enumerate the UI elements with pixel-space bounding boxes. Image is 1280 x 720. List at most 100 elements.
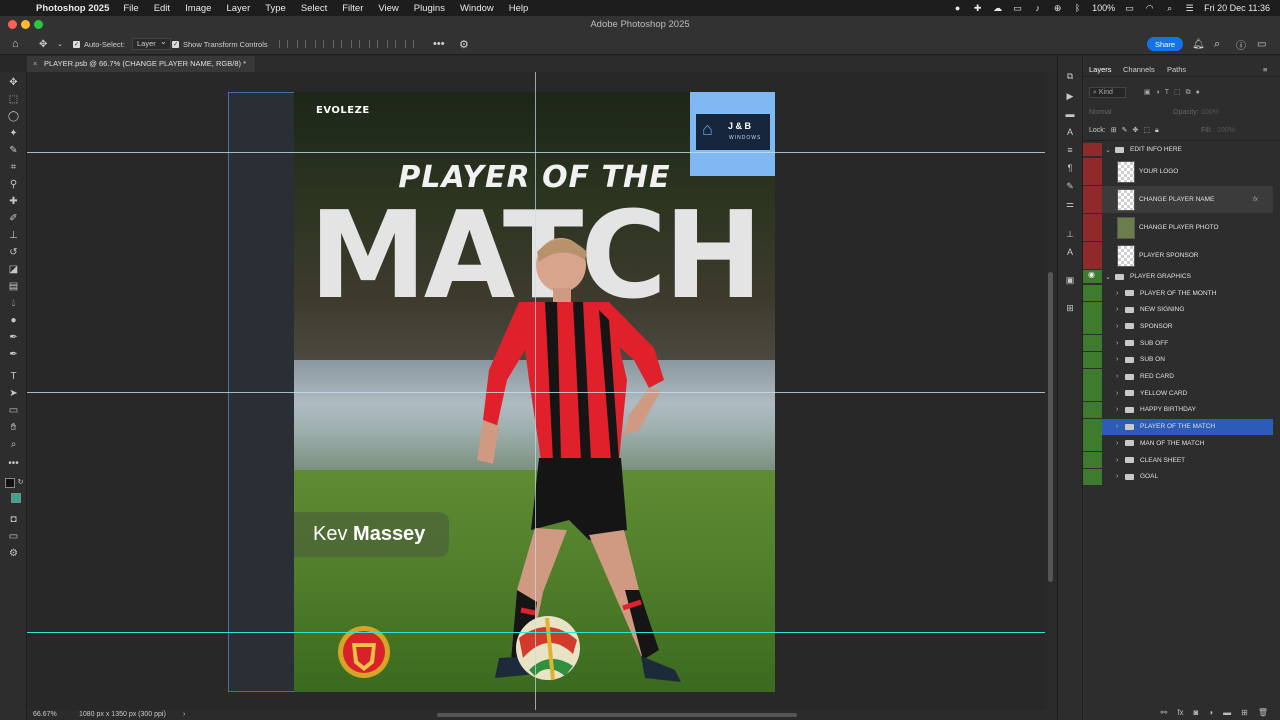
app-menu[interactable]: Photoshop 2025: [36, 3, 109, 14]
layer-group-row[interactable]: › GOAL: [1083, 468, 1273, 485]
character-panel-icon[interactable]: A: [1064, 126, 1076, 138]
minimize-window-button[interactable]: [21, 20, 30, 29]
more-tools-icon[interactable]: •••: [7, 457, 20, 470]
link-layers-icon[interactable]: ⚯: [1161, 708, 1168, 717]
menu-file[interactable]: File: [123, 3, 138, 14]
libraries-panel-icon[interactable]: ▣: [1064, 274, 1076, 286]
gear-icon[interactable]: ⚙: [459, 33, 469, 55]
new-layer-icon[interactable]: ⊞: [1241, 708, 1248, 717]
scrollbar-thumb[interactable]: [1048, 272, 1053, 582]
help-icon[interactable]: ⓘ: [1236, 33, 1246, 55]
add-mask-icon[interactable]: ◙: [1193, 708, 1198, 717]
battery-icon[interactable]: ▭: [1124, 3, 1135, 13]
zoom-tool-icon[interactable]: ⌕: [7, 438, 20, 451]
tab-layers[interactable]: Layers: [1089, 63, 1112, 77]
blend-mode-dropdown[interactable]: Normal: [1089, 109, 1112, 116]
chevron-down-icon[interactable]: ⌄: [1105, 146, 1111, 154]
tab-channels[interactable]: Channels: [1123, 63, 1155, 77]
healing-brush-icon[interactable]: ✚: [7, 195, 20, 208]
rectangle-tool-icon[interactable]: ▭: [7, 404, 20, 417]
more-options-icon[interactable]: •••: [433, 33, 445, 55]
pen-tool-icon[interactable]: ✒: [7, 331, 20, 344]
menu-select[interactable]: Select: [301, 3, 327, 14]
chevron-right-icon[interactable]: ›: [1116, 457, 1118, 464]
adjustments-panel-icon[interactable]: ≡: [1064, 144, 1076, 156]
canvas-area[interactable]: EVOLEZE PLAYER OF THE MATCH: [27, 72, 1045, 710]
layer-your-logo[interactable]: YOUR LOGO: [1083, 158, 1273, 185]
puzzle-icon[interactable]: ✚: [972, 3, 983, 13]
properties-panel-icon[interactable]: ⚌: [1064, 198, 1076, 210]
tool-preset-dropdown[interactable]: ⌄: [57, 33, 63, 55]
layer-group-row[interactable]: › SPONSOR: [1083, 318, 1273, 335]
control-center-icon[interactable]: ☰: [1184, 3, 1195, 13]
paragraph-panel-icon[interactable]: ¶: [1064, 162, 1076, 174]
marquee-tool-icon[interactable]: ⬚: [7, 93, 20, 106]
align-bottom-icon[interactable]: [387, 40, 396, 48]
auto-select-dropdown[interactable]: Layer: [128, 33, 171, 55]
align-top-icon[interactable]: [351, 40, 360, 48]
menu-type[interactable]: Type: [265, 3, 286, 14]
chevron-right-icon[interactable]: ›: [1116, 473, 1118, 480]
brush-tool-icon[interactable]: ✐: [7, 212, 20, 225]
gradient-tool-icon[interactable]: ▤: [7, 280, 20, 293]
vertical-scrollbar[interactable]: [1045, 72, 1056, 710]
visibility-toggle[interactable]: [1083, 335, 1102, 352]
search-icon[interactable]: ⌕: [1164, 3, 1175, 13]
cloud-icon[interactable]: ☁: [992, 3, 1003, 13]
layer-group-row[interactable]: › PLAYER OF THE MATCH: [1083, 418, 1273, 435]
transform-controls-checkbox[interactable]: ✓ Show Transform Controls: [172, 33, 268, 55]
chevron-right-icon[interactable]: ›: [1116, 356, 1118, 363]
visibility-toggle[interactable]: [1083, 452, 1102, 468]
visibility-toggle[interactable]: [1083, 318, 1102, 335]
zoom-level[interactable]: 66.67%: [33, 710, 57, 720]
fx-icon[interactable]: fx: [1253, 196, 1258, 203]
clock[interactable]: Fri 20 Dec 11:36: [1204, 3, 1270, 13]
guide-line-horizontal[interactable]: [27, 392, 1045, 393]
align-left-icon[interactable]: [279, 40, 288, 48]
pen-tool-alt-icon[interactable]: ✒: [7, 348, 20, 361]
new-group-icon[interactable]: ▬: [1223, 708, 1231, 717]
path-select-tool-icon[interactable]: ➤: [7, 387, 20, 400]
wifi-icon[interactable]: ◠: [1144, 3, 1155, 13]
display-icon[interactable]: ▭: [1012, 3, 1023, 13]
visibility-toggle[interactable]: [1083, 385, 1102, 402]
sponsor-logo[interactable]: ⌂ J & B WINDOWS: [690, 92, 775, 176]
layer-group-row[interactable]: › NEW SIGNING: [1083, 301, 1273, 318]
globe-icon[interactable]: ⊕: [1052, 3, 1063, 13]
character-styles-icon[interactable]: A: [1064, 246, 1076, 258]
layer-group-row[interactable]: › PLAYER OF THE MONTH: [1083, 285, 1273, 301]
menu-edit[interactable]: Edit: [154, 3, 170, 14]
brush-settings-icon[interactable]: ✎: [1064, 180, 1076, 192]
quick-mask-icon[interactable]: ◘: [7, 513, 20, 526]
align-center-icon[interactable]: [297, 40, 306, 48]
crop-tool-icon[interactable]: ⌗: [7, 161, 20, 174]
layer-group-row[interactable]: › RED CARD: [1083, 368, 1273, 385]
blur-tool-icon[interactable]: 💧︎: [7, 297, 20, 310]
object-select-tool-icon[interactable]: ✦: [7, 127, 20, 140]
notifications-icon[interactable]: 🔔︎: [1192, 33, 1205, 55]
layer-group-row[interactable]: › YELLOW CARD: [1083, 385, 1273, 402]
background-color-swatch[interactable]: [11, 493, 21, 503]
horizontal-scrollbar[interactable]: [437, 713, 797, 717]
distribute-icon[interactable]: [333, 40, 342, 48]
lock-icons[interactable]: ⊞✎✥⬚🔒︎: [1111, 126, 1164, 135]
table-panel-icon[interactable]: ⊞: [1064, 302, 1076, 314]
workspace-icon[interactable]: ▭: [1257, 33, 1266, 55]
guide-line-vertical[interactable]: [535, 72, 536, 710]
menu-help[interactable]: Help: [509, 3, 529, 14]
bluetooth-icon[interactable]: ᛒ: [1072, 3, 1083, 13]
visibility-toggle[interactable]: [1083, 143, 1102, 156]
visibility-toggle[interactable]: [1083, 368, 1102, 385]
layer-group-row[interactable]: › SUB ON: [1083, 351, 1273, 368]
trash-icon[interactable]: 🗑︎: [1258, 708, 1268, 717]
visibility-toggle[interactable]: [1083, 285, 1102, 301]
bell-menu-icon[interactable]: ♪: [1032, 3, 1043, 13]
layer-group-row[interactable]: › MAN OF THE MATCH: [1083, 435, 1273, 452]
chevron-right-icon[interactable]: ›: [1116, 390, 1118, 397]
panel-menu-icon[interactable]: ≡: [1263, 63, 1267, 77]
home-icon[interactable]: ⌂: [12, 33, 19, 55]
layer-group-row[interactable]: › SUB OFF: [1083, 335, 1273, 352]
chevron-right-icon[interactable]: ›: [1116, 323, 1118, 330]
close-window-button[interactable]: [8, 20, 17, 29]
menu-image[interactable]: Image: [185, 3, 211, 14]
